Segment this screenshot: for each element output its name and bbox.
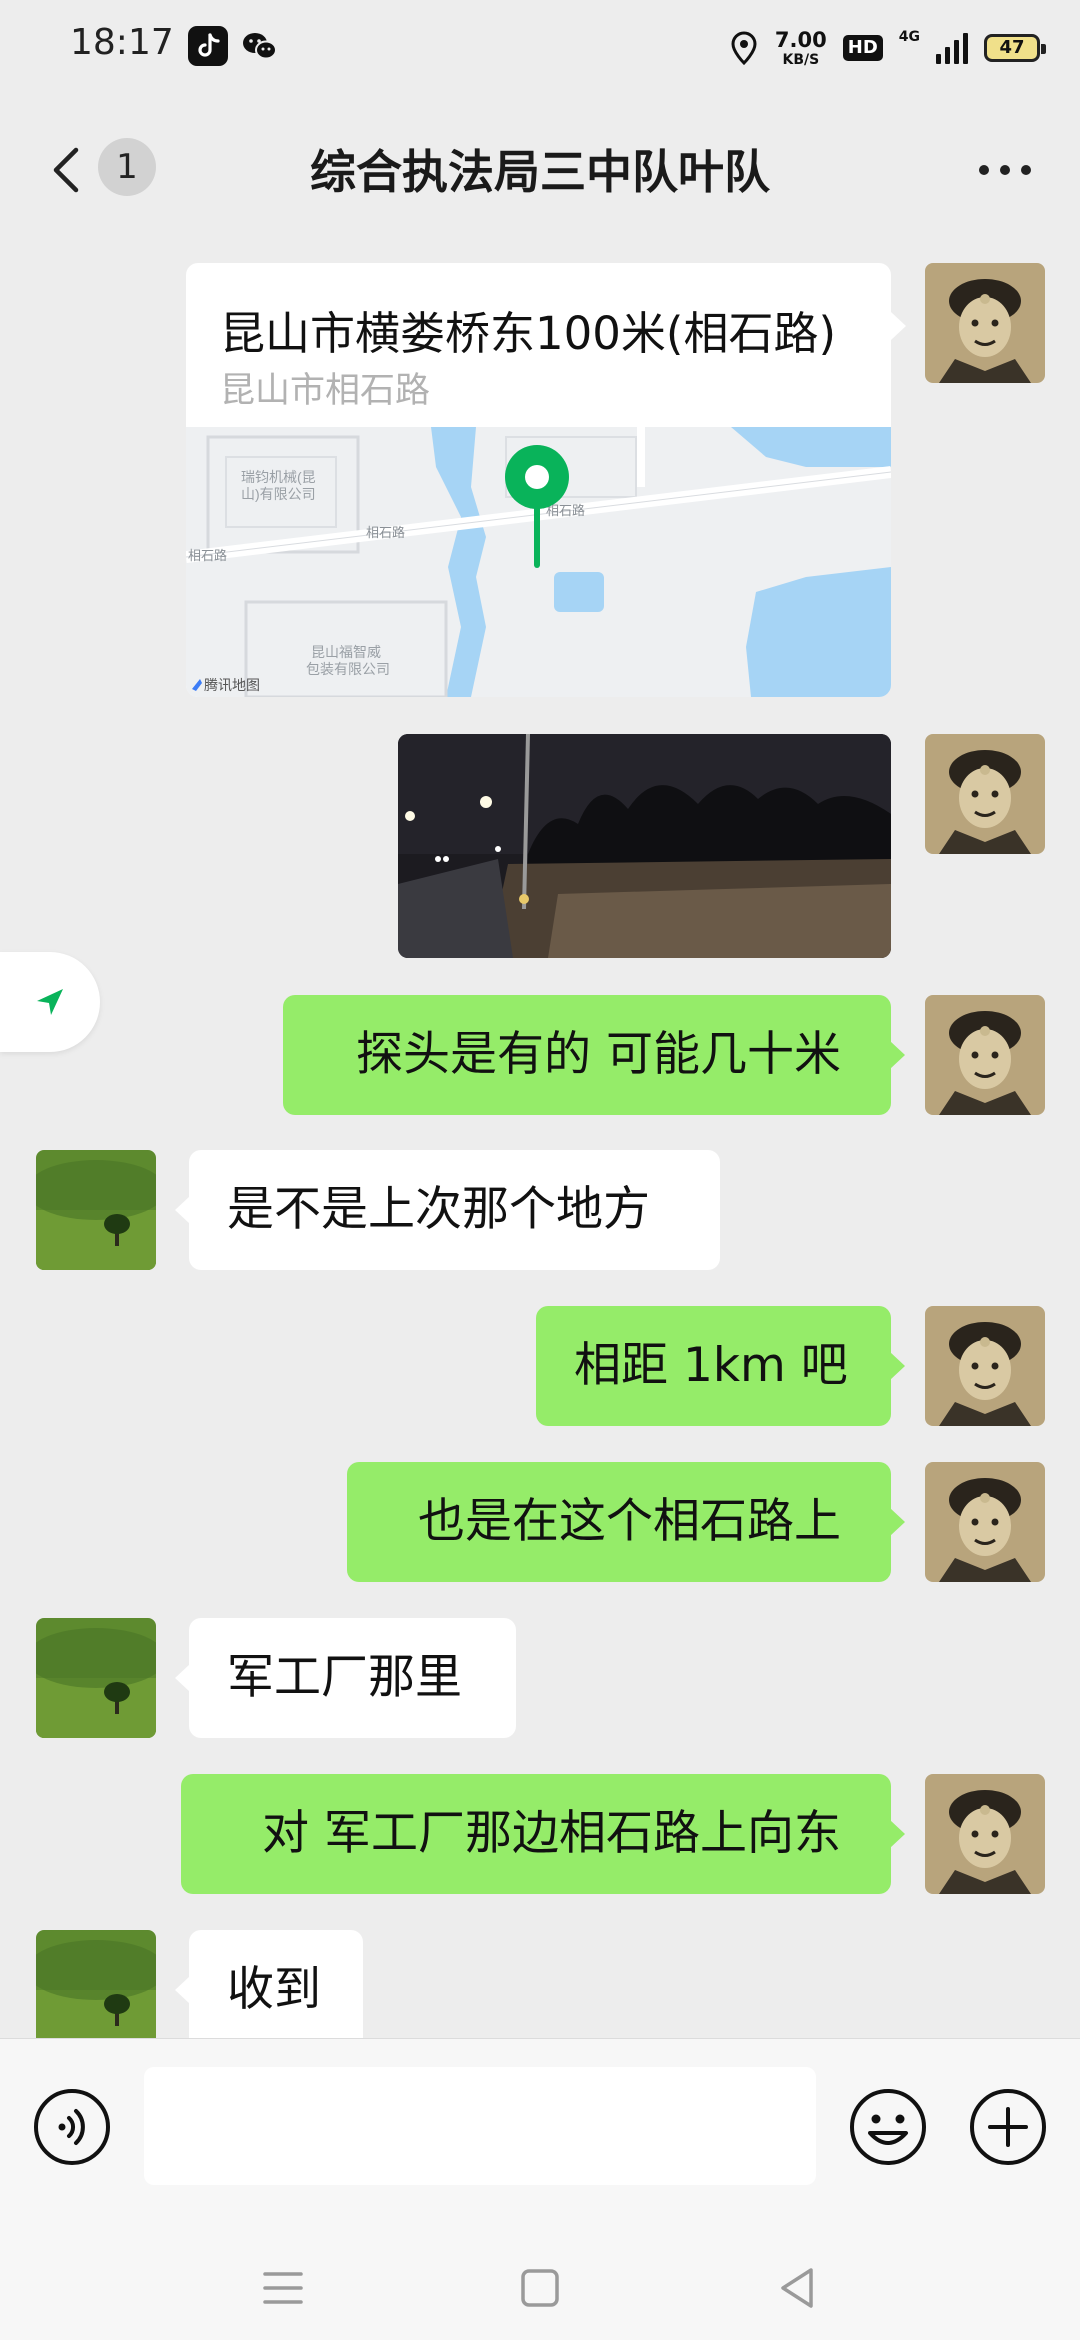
location-icon <box>729 31 759 65</box>
wechat-icon <box>240 26 280 66</box>
navigation-arrow-icon <box>37 989 63 1015</box>
my-avatar[interactable] <box>925 995 1045 1115</box>
my-avatar[interactable] <box>925 263 1045 383</box>
message-text-input[interactable] <box>144 2067 816 2185</box>
status-bar: 18:17 7.00 KB/S HD 4G 47 <box>0 0 1080 100</box>
svg-text:昆山福智威: 昆山福智威 <box>311 644 381 660</box>
bubble-tail <box>891 312 906 340</box>
svg-text:山)有限公司: 山)有限公司 <box>241 486 316 502</box>
speed-value: 7.00 <box>774 27 827 52</box>
message-bubble-received[interactable]: 是不是上次那个地方 <box>175 1150 720 1270</box>
status-time: 18:17 <box>70 22 174 63</box>
system-navigation-bar <box>0 2238 1080 2340</box>
emoji-button[interactable] <box>848 2087 928 2167</box>
my-avatar[interactable] <box>925 1462 1045 1582</box>
signal-icon <box>936 32 968 64</box>
svg-text:瑞钧机械(昆: 瑞钧机械(昆 <box>241 469 316 485</box>
voice-icon <box>34 2089 110 2165</box>
location-share-float-button[interactable] <box>0 952 100 1052</box>
message-bubble-sent[interactable]: 也是在这个相石路上 <box>347 1462 905 1582</box>
location-address: 昆山市相石路 <box>220 371 431 411</box>
square-icon <box>521 2269 559 2307</box>
location-map-thumbnail: 瑞钧机械(昆 山)有限公司 相石路 相石路 相石路 昆山福智威 包装有限公司 腾… <box>186 427 891 697</box>
message-input-bar <box>0 2038 1080 2239</box>
chat-title: 综合执法局三中队叶队 <box>310 145 770 199</box>
menu-icon <box>263 2272 303 2304</box>
more-dot-icon <box>979 165 989 175</box>
more-dot-icon <box>1021 165 1031 175</box>
svg-text:包装有限公司: 包装有限公司 <box>306 661 390 677</box>
system-back-button[interactable] <box>771 2260 827 2316</box>
contact-avatar[interactable] <box>36 1618 156 1738</box>
more-dot-icon <box>1000 165 1010 175</box>
message-bubble-sent[interactable]: 相距 1km 吧 <box>536 1306 905 1426</box>
message-bubble-sent[interactable]: 探头是有的 可能几十米 <box>283 995 905 1115</box>
home-button[interactable] <box>512 2260 568 2316</box>
my-avatar[interactable] <box>925 734 1045 854</box>
recent-apps-button[interactable] <box>255 2260 311 2316</box>
contact-avatar[interactable] <box>36 1150 156 1270</box>
message-bubble-received[interactable]: 收到 <box>175 1930 363 2050</box>
emoji-icon <box>850 2089 926 2165</box>
battery-icon: 47 <box>984 34 1046 62</box>
tiktok-icon <box>188 26 228 66</box>
speed-unit: KB/S <box>782 51 820 68</box>
image-message[interactable] <box>398 734 891 958</box>
svg-text:腾讯地图: 腾讯地图 <box>204 677 260 693</box>
more-options-button[interactable] <box>970 150 1040 190</box>
contact-avatar[interactable] <box>36 1930 156 2050</box>
my-avatar[interactable] <box>925 1306 1045 1426</box>
svg-text:相石路: 相石路 <box>366 525 405 540</box>
message-bubble-received[interactable]: 军工厂那里 <box>175 1618 516 1738</box>
triangle-back-icon <box>781 2268 813 2308</box>
svg-text:相石路: 相石路 <box>188 548 227 563</box>
hd-badge: HD <box>842 35 883 61</box>
voice-input-button[interactable] <box>32 2087 112 2167</box>
network-type: 4G <box>898 29 920 45</box>
location-title: 昆山市横娄桥东100米(相石路) <box>220 307 837 360</box>
network-speed: 7.00 KB/S <box>774 27 827 68</box>
chat-header: 1 综合执法局三中队叶队 <box>0 100 1080 238</box>
location-message-card[interactable]: 昆山市横娄桥东100米(相石路) 昆山市相石路 瑞钧机械(昆 山)有限公司 相石… <box>186 263 891 697</box>
plus-icon <box>970 2089 1046 2165</box>
message-bubble-sent[interactable]: 对 军工厂那边相石路上向东 <box>181 1774 905 1894</box>
more-functions-button[interactable] <box>968 2087 1048 2167</box>
my-avatar[interactable] <box>925 1774 1045 1894</box>
